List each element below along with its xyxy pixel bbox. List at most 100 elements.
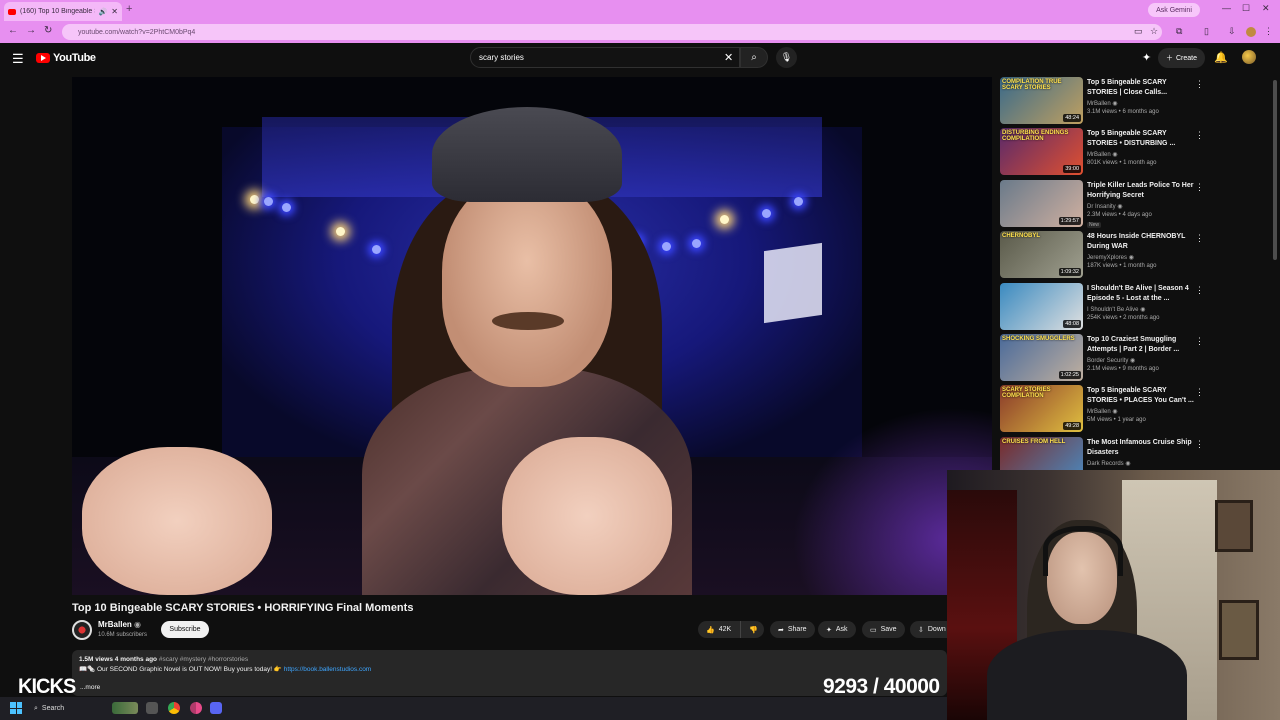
video-duration: 48:08 xyxy=(1063,319,1081,328)
browser-tab[interactable]: (160) Top 10 Bingeable SCARY... 🔊 ✕ xyxy=(4,2,122,21)
dislike-button[interactable]: 👎 xyxy=(740,621,764,638)
recommended-video-item[interactable]: SHOCKING SMUGGLERS 1:02:25 Top 10 Crazie… xyxy=(1000,334,1210,382)
speaker-icon[interactable]: 🔊 xyxy=(99,8,108,16)
discord-icon[interactable] xyxy=(210,702,222,714)
reload-icon[interactable]: ↻ xyxy=(44,25,52,36)
thumbnail-text: CHERNOBYL xyxy=(1002,233,1041,240)
video-frame-screen xyxy=(764,242,822,324)
recommended-channel[interactable]: JeremyXplores ◉ xyxy=(1087,254,1134,261)
more-actions-icon[interactable]: ⋮ xyxy=(1195,285,1204,296)
recommended-video-item[interactable]: COMPILATION TRUE SCARY STORIES 48:24 Top… xyxy=(1000,77,1210,125)
recommended-channel[interactable]: I Shouldn't Be Alive ◉ xyxy=(1087,306,1145,313)
description-link[interactable]: https://book.ballenstudios.com xyxy=(284,666,371,673)
sidebar-icon[interactable]: ▯ xyxy=(1204,26,1209,37)
youtube-favicon-icon xyxy=(8,8,16,15)
description-box[interactable]: 1.5M views 4 months ago #scary #mystery … xyxy=(72,650,947,696)
channel-avatar[interactable] xyxy=(72,620,92,640)
search-button[interactable]: ⌕ xyxy=(740,47,768,68)
minimize-icon[interactable]: — xyxy=(1222,3,1231,13)
recommended-title[interactable]: Top 5 Bingeable SCARY STORIES | Close Ca… xyxy=(1087,78,1197,98)
task-view-icon[interactable] xyxy=(146,702,158,714)
video-thumbnail[interactable]: 48:08 xyxy=(1000,282,1083,330)
description-stats: 1.5M views 4 months ago xyxy=(79,656,158,663)
recommended-meta: 801K views • 1 month ago xyxy=(1087,160,1157,167)
close-window-icon[interactable]: ✕ xyxy=(1262,3,1270,14)
search-input[interactable]: scary stories xyxy=(470,47,740,68)
like-button[interactable]: 👍 42K xyxy=(698,621,740,638)
more-actions-icon[interactable]: ⋮ xyxy=(1195,182,1204,193)
more-actions-icon[interactable]: ⋮ xyxy=(1195,130,1204,141)
save-button[interactable]: ▭ Save xyxy=(862,621,905,638)
recommended-channel[interactable]: Border Security ◉ xyxy=(1087,357,1135,364)
more-actions-icon[interactable]: ⋮ xyxy=(1195,336,1204,347)
more-actions-icon[interactable]: ⋮ xyxy=(1195,439,1204,450)
weather-widget-icon[interactable] xyxy=(112,702,138,714)
video-thumbnail[interactable]: SCARY STORIES COMPILATION 49:28 xyxy=(1000,385,1083,433)
recommended-video-item[interactable]: CRUISES FROM HELL The Most Infamous Crui… xyxy=(1000,436,1210,470)
browser-menu-icon[interactable]: ⋮ xyxy=(1264,26,1273,37)
recommended-video-item[interactable]: 1:29:57 Triple Killer Leads Police To He… xyxy=(1000,179,1210,228)
youtube-play-icon xyxy=(36,53,50,63)
account-avatar[interactable] xyxy=(1242,50,1256,64)
clear-search-icon[interactable]: ✕ xyxy=(724,51,733,64)
profile-icon[interactable] xyxy=(1246,27,1256,37)
windows-start-icon[interactable] xyxy=(10,702,22,714)
close-tab-icon[interactable]: ✕ xyxy=(111,7,118,16)
video-thumbnail[interactable]: COMPILATION TRUE SCARY STORIES 48:24 xyxy=(1000,77,1083,124)
voice-search-button[interactable]: 🎙 xyxy=(776,47,797,68)
youtube-logo[interactable]: YouTube xyxy=(36,52,96,64)
forward-icon[interactable]: → xyxy=(26,25,36,36)
more-actions-icon[interactable]: ⋮ xyxy=(1195,233,1204,244)
recommended-title[interactable]: I Shouldn't Be Alive | Season 4 Episode … xyxy=(1087,284,1197,304)
chrome-icon[interactable] xyxy=(168,702,180,714)
video-thumbnail[interactable]: CHERNOBYL 1:09:32 xyxy=(1000,231,1083,279)
ask-gemini-button[interactable]: Ask Gemini xyxy=(1148,3,1200,17)
ask-button[interactable]: ✦ Ask xyxy=(818,621,856,638)
video-player[interactable] xyxy=(72,77,992,595)
recommended-title[interactable]: Top 5 Bingeable SCARY STORIES • PLACES Y… xyxy=(1087,386,1197,406)
video-thumbnail[interactable]: 1:29:57 xyxy=(1000,179,1083,227)
recommended-channel[interactable]: MrBallen ◉ xyxy=(1087,408,1118,415)
recommended-channel[interactable]: MrBallen ◉ xyxy=(1087,151,1118,158)
description-more-link[interactable]: ...more xyxy=(80,684,100,691)
page-scrollbar[interactable] xyxy=(1273,80,1277,260)
more-actions-icon[interactable]: ⋮ xyxy=(1195,387,1204,398)
subscribe-button[interactable]: Subscribe xyxy=(161,621,209,638)
download-button[interactable]: ⇩ Down xyxy=(910,621,947,638)
extensions-icon[interactable]: ⧉ xyxy=(1176,26,1182,37)
recommended-title[interactable]: 48 Hours Inside CHERNOBYL During WAR xyxy=(1087,232,1197,252)
more-actions-icon[interactable]: ⋮ xyxy=(1195,79,1204,90)
back-icon[interactable]: ← xyxy=(8,25,18,36)
browser-app-icon[interactable] xyxy=(190,702,202,714)
hamburger-menu-icon[interactable]: ☰ xyxy=(12,51,24,67)
youtube-header: ☰ YouTube scary stories ✕ ⌕ 🎙 ✦ ＋ Create… xyxy=(0,43,1280,73)
recommended-channel[interactable]: Dr Insanity ◉ xyxy=(1087,203,1123,210)
new-tab-icon[interactable]: + xyxy=(126,3,132,15)
video-thumbnail[interactable]: DISTURBING ENDINGS COMPILATION 39:00 xyxy=(1000,128,1083,176)
recommended-video-item[interactable]: SCARY STORIES COMPILATION 49:28 Top 5 Bi… xyxy=(1000,385,1210,433)
recommended-title[interactable]: Triple Killer Leads Police To Her Horrif… xyxy=(1087,181,1197,201)
share-button[interactable]: ➦ Share xyxy=(770,621,815,638)
description-text: 📖🗞️ Our SECOND Graphic Novel is OUT NOW!… xyxy=(79,666,282,673)
cast-icon[interactable]: ▭ xyxy=(1134,26,1143,37)
description-tags[interactable]: #scary #mystery #horrorstories xyxy=(159,656,248,663)
recommended-channel[interactable]: MrBallen ◉ xyxy=(1087,100,1118,107)
maximize-icon[interactable]: ☐ xyxy=(1242,3,1250,14)
video-thumbnail[interactable]: SHOCKING SMUGGLERS 1:02:25 xyxy=(1000,334,1083,381)
recommended-channel[interactable]: Dark Records ◉ xyxy=(1087,460,1131,467)
create-button[interactable]: ＋ Create xyxy=(1158,48,1206,68)
recommended-title[interactable]: Top 10 Craziest Smuggling Attempts | Par… xyxy=(1087,335,1197,355)
verified-icon: ◉ xyxy=(1128,255,1134,262)
recommended-title[interactable]: Top 5 Bingeable SCARY STORIES • DISTURBI… xyxy=(1087,129,1197,149)
premium-icon[interactable]: ✦ xyxy=(1142,51,1151,64)
recommended-video-item[interactable]: 48:08 I Shouldn't Be Alive | Season 4 Ep… xyxy=(1000,282,1210,331)
recommended-video-item[interactable]: CHERNOBYL 1:09:32 48 Hours Inside CHERNO… xyxy=(1000,231,1210,279)
notifications-bell-icon[interactable]: 🔔 xyxy=(1214,51,1228,64)
recommended-title[interactable]: The Most Infamous Cruise Ship Disasters xyxy=(1087,438,1197,458)
download-icon[interactable]: ⇩ xyxy=(1228,26,1236,37)
address-bar[interactable]: youtube.com/watch?v=2PhtCM0bPq4 xyxy=(62,24,1162,40)
video-thumbnail[interactable]: CRUISES FROM HELL xyxy=(1000,436,1083,470)
bookmark-star-icon[interactable]: ☆ xyxy=(1150,26,1158,37)
channel-name[interactable]: MrBallen ◉ xyxy=(98,620,141,629)
recommended-video-item[interactable]: DISTURBING ENDINGS COMPILATION 39:00 Top… xyxy=(1000,128,1210,176)
